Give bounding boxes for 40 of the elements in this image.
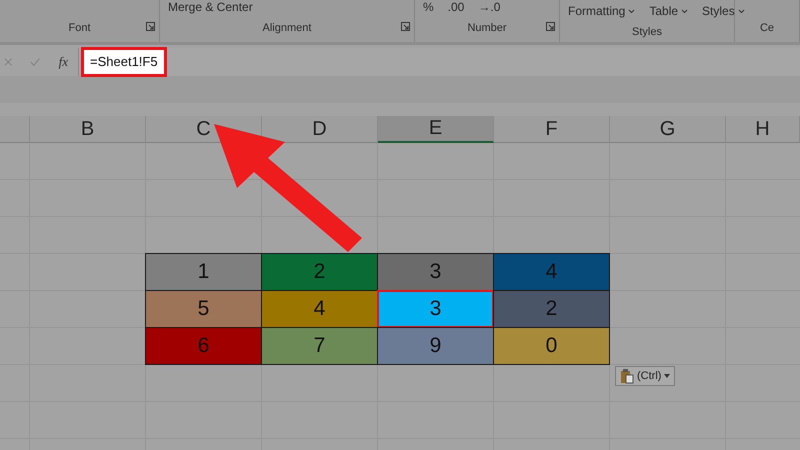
- ribbon-button[interactable]: %: [423, 0, 434, 14]
- table-cell[interactable]: 9: [377, 327, 494, 365]
- column-header[interactable]: H: [726, 116, 800, 143]
- paste-options-label: (Ctrl): [637, 370, 662, 382]
- dropdown-button[interactable]: Styles: [702, 4, 745, 18]
- ribbon-button[interactable]: .00: [448, 0, 464, 14]
- paste-options-button[interactable]: (Ctrl): [615, 366, 676, 386]
- group-label: Number: [467, 22, 507, 34]
- table-cell[interactable]: 5: [145, 290, 262, 328]
- table-cell[interactable]: 7: [261, 327, 378, 365]
- group-label: Alignment: [262, 22, 312, 34]
- dialog-launcher-icon[interactable]: [146, 22, 155, 31]
- group-label: Styles: [632, 26, 662, 38]
- caret-icon: [681, 8, 688, 14]
- ribbon-button[interactable]: →.0: [478, 0, 500, 14]
- column-header[interactable]: D: [262, 116, 378, 143]
- table-cell[interactable]: 1: [145, 253, 262, 291]
- column-header[interactable]: B: [30, 116, 146, 143]
- table-cell[interactable]: 4: [261, 290, 378, 328]
- table-cell[interactable]: 2: [261, 253, 378, 291]
- table-cell[interactable]: 0: [493, 327, 610, 365]
- caret-icon: [738, 8, 745, 14]
- group-label: Font: [68, 22, 90, 34]
- dropdown-button[interactable]: Table: [649, 4, 688, 18]
- clipboard-icon: [620, 368, 634, 384]
- table-cell[interactable]: 3: [377, 290, 494, 328]
- insert-function-button[interactable]: fx: [58, 54, 68, 70]
- column-header[interactable]: E: [378, 116, 494, 143]
- column-header[interactable]: G: [610, 116, 726, 143]
- formula-input[interactable]: =Sheet1!F5: [81, 47, 167, 77]
- check-icon[interactable]: [30, 57, 41, 67]
- table-cell[interactable]: 3: [377, 253, 494, 291]
- dropdown-button[interactable]: Formatting: [568, 4, 636, 18]
- group-label: Ce: [760, 22, 774, 34]
- caret-icon: [628, 8, 636, 14]
- ribbon-button[interactable]: Merge & Center: [168, 0, 253, 14]
- column-header[interactable]: F: [494, 116, 610, 143]
- dialog-launcher-icon[interactable]: [546, 22, 555, 31]
- dialog-launcher-icon[interactable]: [401, 22, 410, 31]
- caret-icon: [664, 374, 670, 378]
